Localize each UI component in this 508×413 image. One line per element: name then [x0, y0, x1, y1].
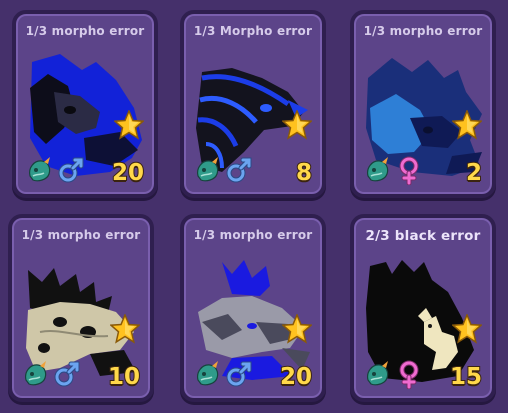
pet-count: 15	[449, 363, 483, 391]
female-icon	[399, 156, 419, 185]
pet-name: 1/3 Morpho error	[193, 24, 313, 38]
pet-egg-icon	[29, 157, 51, 182]
pet-card[interactable]: 1/3 morpho error 10	[8, 214, 154, 402]
male-icon	[54, 361, 80, 387]
star-icon	[282, 314, 312, 344]
star-icon	[114, 110, 144, 140]
pet-egg-icon	[197, 361, 219, 386]
pet-inventory-grid: 1/3 morpho error 20 1/3 Morpho error 8 1…	[0, 0, 508, 413]
pet-count: 10	[107, 363, 141, 391]
pet-count: 2	[465, 159, 483, 187]
pet-egg-icon	[367, 361, 389, 386]
pet-name: 1/3 morpho error	[193, 228, 313, 242]
star-icon	[110, 314, 140, 344]
pet-name: 2/3 black error	[365, 228, 481, 244]
star-icon	[452, 314, 482, 344]
pet-name: 1/3 morpho error	[363, 24, 483, 38]
pet-count: 8	[295, 159, 313, 187]
pet-name: 1/3 morpho error	[21, 228, 141, 242]
pet-count: 20	[111, 159, 145, 187]
pet-egg-icon	[25, 361, 47, 386]
male-icon	[226, 157, 252, 183]
pet-name: 1/3 morpho error	[25, 24, 145, 38]
male-icon	[226, 361, 252, 387]
pet-egg-icon	[367, 157, 389, 182]
pet-count: 20	[279, 363, 313, 391]
pet-card[interactable]: 1/3 morpho error 20	[180, 214, 326, 402]
female-icon	[399, 360, 419, 389]
male-icon	[58, 157, 84, 183]
star-icon	[282, 110, 312, 140]
pet-egg-icon	[197, 157, 219, 182]
pet-card[interactable]: 1/3 morpho error 2	[350, 10, 496, 198]
pet-card[interactable]: 1/3 morpho error 20	[12, 10, 158, 198]
pet-card[interactable]: 2/3 black error 15	[350, 214, 496, 402]
pet-card[interactable]: 1/3 Morpho error 8	[180, 10, 326, 198]
star-icon	[452, 110, 482, 140]
